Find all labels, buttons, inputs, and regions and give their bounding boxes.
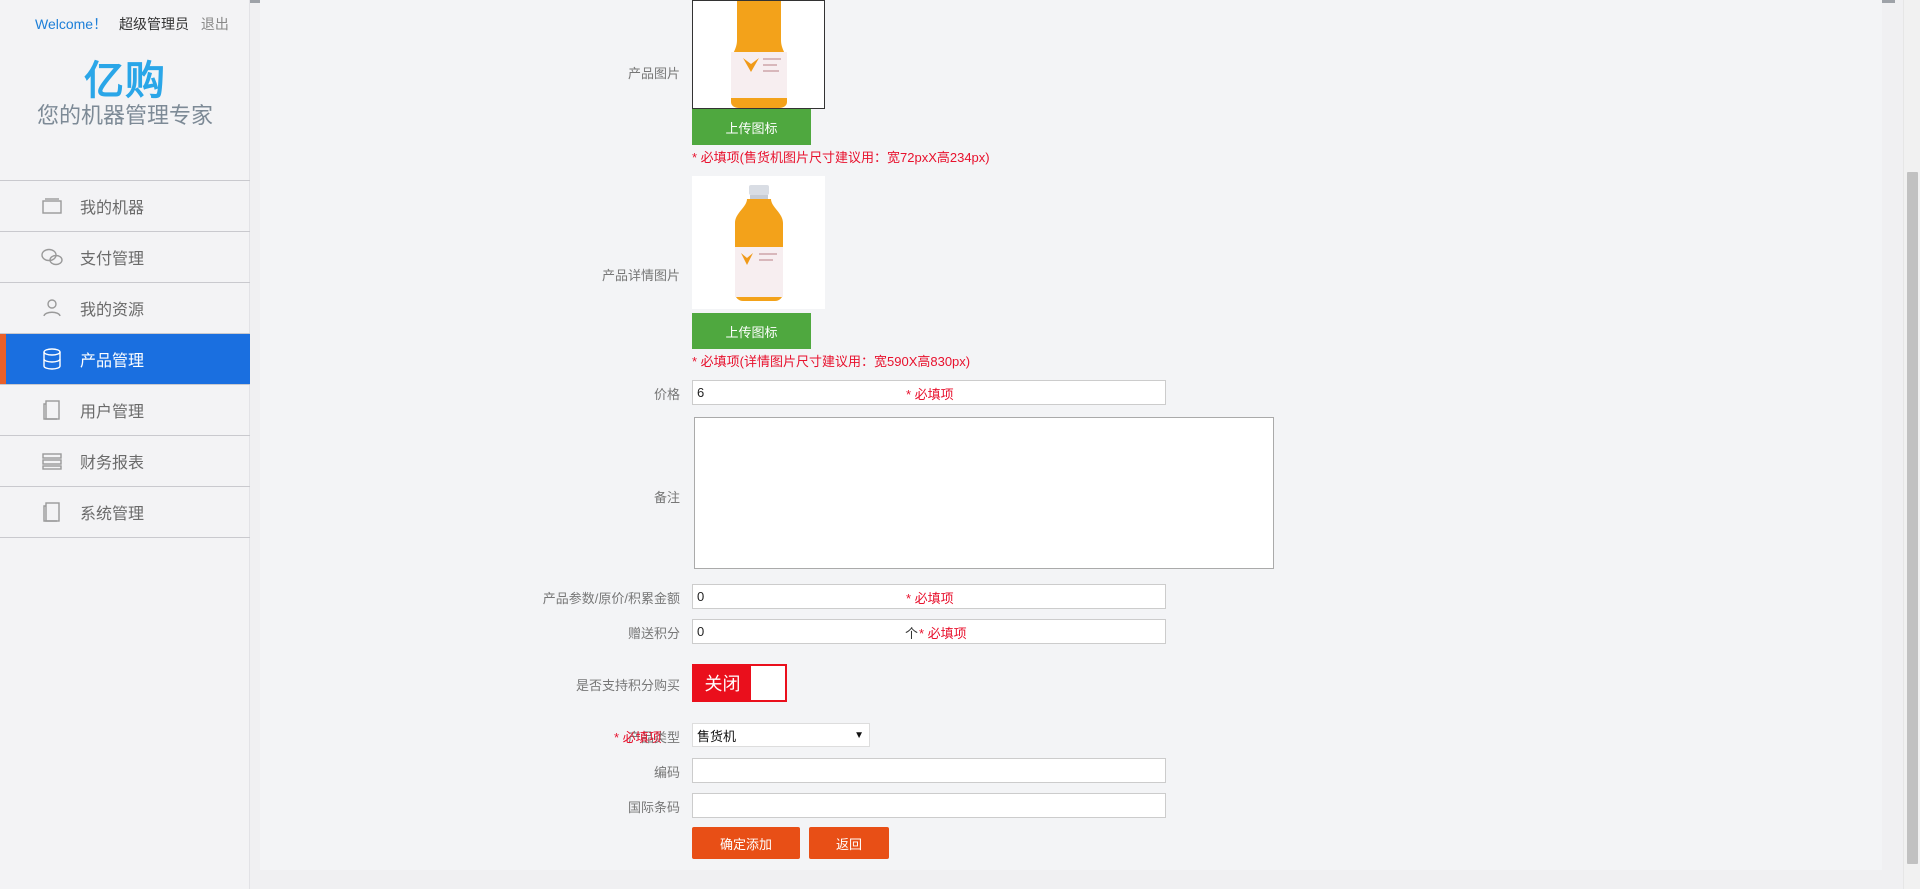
nav-item-label: 用户管理 xyxy=(80,404,145,421)
nav-item-label: 我的机器 xyxy=(80,200,145,217)
scrollbar-thumb[interactable] xyxy=(1907,172,1918,864)
bottle-image xyxy=(734,184,783,301)
document-icon xyxy=(40,398,64,422)
list-icon xyxy=(40,449,64,473)
back-button[interactable]: 返回 xyxy=(809,827,889,859)
points-required: * 必填项 xyxy=(919,626,967,641)
remark-label: 备注 xyxy=(653,490,680,505)
nav-item-products[interactable]: 产品管理 xyxy=(0,334,250,385)
slogan: 您的机器管理专家 xyxy=(36,103,213,128)
wechat-icon xyxy=(40,245,64,269)
nav-item-label: 我的资源 xyxy=(80,302,145,319)
type-required: * 必填项 xyxy=(614,730,662,745)
product-image-tip: * 必填项(售货机图片尺寸建议用：宽72pxX高234px) xyxy=(692,150,990,165)
submit-button[interactable]: 确定添加 xyxy=(692,827,800,859)
points-purchase-toggle[interactable]: 关闭 xyxy=(692,664,787,702)
user-name: 超级管理员 xyxy=(118,16,189,32)
detail-image-tip: * 必填项(详情图片尺寸建议用：宽590X高830px) xyxy=(692,354,971,369)
product-image-label: 产品图片 xyxy=(627,66,680,81)
document-icon xyxy=(40,500,64,524)
nav-item-users[interactable]: 用户管理 xyxy=(0,385,250,436)
product-type-value: 售货机 xyxy=(697,728,737,744)
toggle-text: 关闭 xyxy=(694,666,751,700)
points-label: 赠送积分 xyxy=(627,626,680,641)
detail-image-label: 产品详情图片 xyxy=(601,268,680,283)
bottle-image xyxy=(730,1,787,108)
params-label: 产品参数/原价/积累金额 xyxy=(542,591,680,606)
sidebar: Welcome！ 超级管理员 退出 亿购 您的机器管理专家 我的机器 支付管理 … xyxy=(0,0,250,889)
code-input[interactable] xyxy=(692,758,1166,783)
user-icon xyxy=(40,296,64,320)
barcode-input[interactable] xyxy=(692,793,1166,818)
product-type-select[interactable]: 售货机 ▼ xyxy=(692,723,870,747)
nav-item-system[interactable]: 系统管理 xyxy=(0,487,250,538)
nav-item-payment[interactable]: 支付管理 xyxy=(0,232,250,283)
nav-item-finance[interactable]: 财务报表 xyxy=(0,436,250,487)
nav-item-resources[interactable]: 我的资源 xyxy=(0,283,250,334)
scrollbar[interactable] xyxy=(1903,0,1920,889)
price-label: 价格 xyxy=(653,387,680,402)
product-form: 产品图片 上传图标 * 必填项(售货机图片尺寸建议用：宽72pxX高234px)… xyxy=(260,0,1882,870)
product-image-preview xyxy=(692,0,825,109)
dropdown-arrow-icon: ▼ xyxy=(854,729,864,741)
params-required: * 必填项 xyxy=(906,591,954,606)
barcode-label: 国际条码 xyxy=(627,800,680,815)
sidebar-nav: 我的机器 支付管理 我的资源 产品管理 用户管理 财务报表 系统管理 xyxy=(0,180,250,538)
remark-textarea[interactable] xyxy=(694,417,1274,569)
detail-image-preview xyxy=(692,176,825,309)
price-required: * 必填项 xyxy=(906,387,954,402)
upload-detail-image-button[interactable]: 上传图标 xyxy=(692,313,811,349)
database-icon xyxy=(40,347,64,371)
welcome-text: Welcome！ xyxy=(35,16,108,32)
points-purchase-label: 是否支持积分购买 xyxy=(575,678,680,693)
welcome-bar: Welcome！ 超级管理员 退出 xyxy=(35,14,229,34)
code-label: 编码 xyxy=(653,765,680,780)
logout-link[interactable]: 退出 xyxy=(201,16,229,32)
machine-icon xyxy=(40,194,64,218)
nav-item-label: 产品管理 xyxy=(80,353,145,370)
nav-item-label: 财务报表 xyxy=(80,455,145,472)
nav-item-label: 系统管理 xyxy=(80,506,145,523)
nav-item-label: 支付管理 xyxy=(80,251,145,268)
upload-product-image-button[interactable]: 上传图标 xyxy=(692,109,811,145)
nav-item-my-machines[interactable]: 我的机器 xyxy=(0,181,250,232)
points-unit: 个 xyxy=(905,626,919,641)
